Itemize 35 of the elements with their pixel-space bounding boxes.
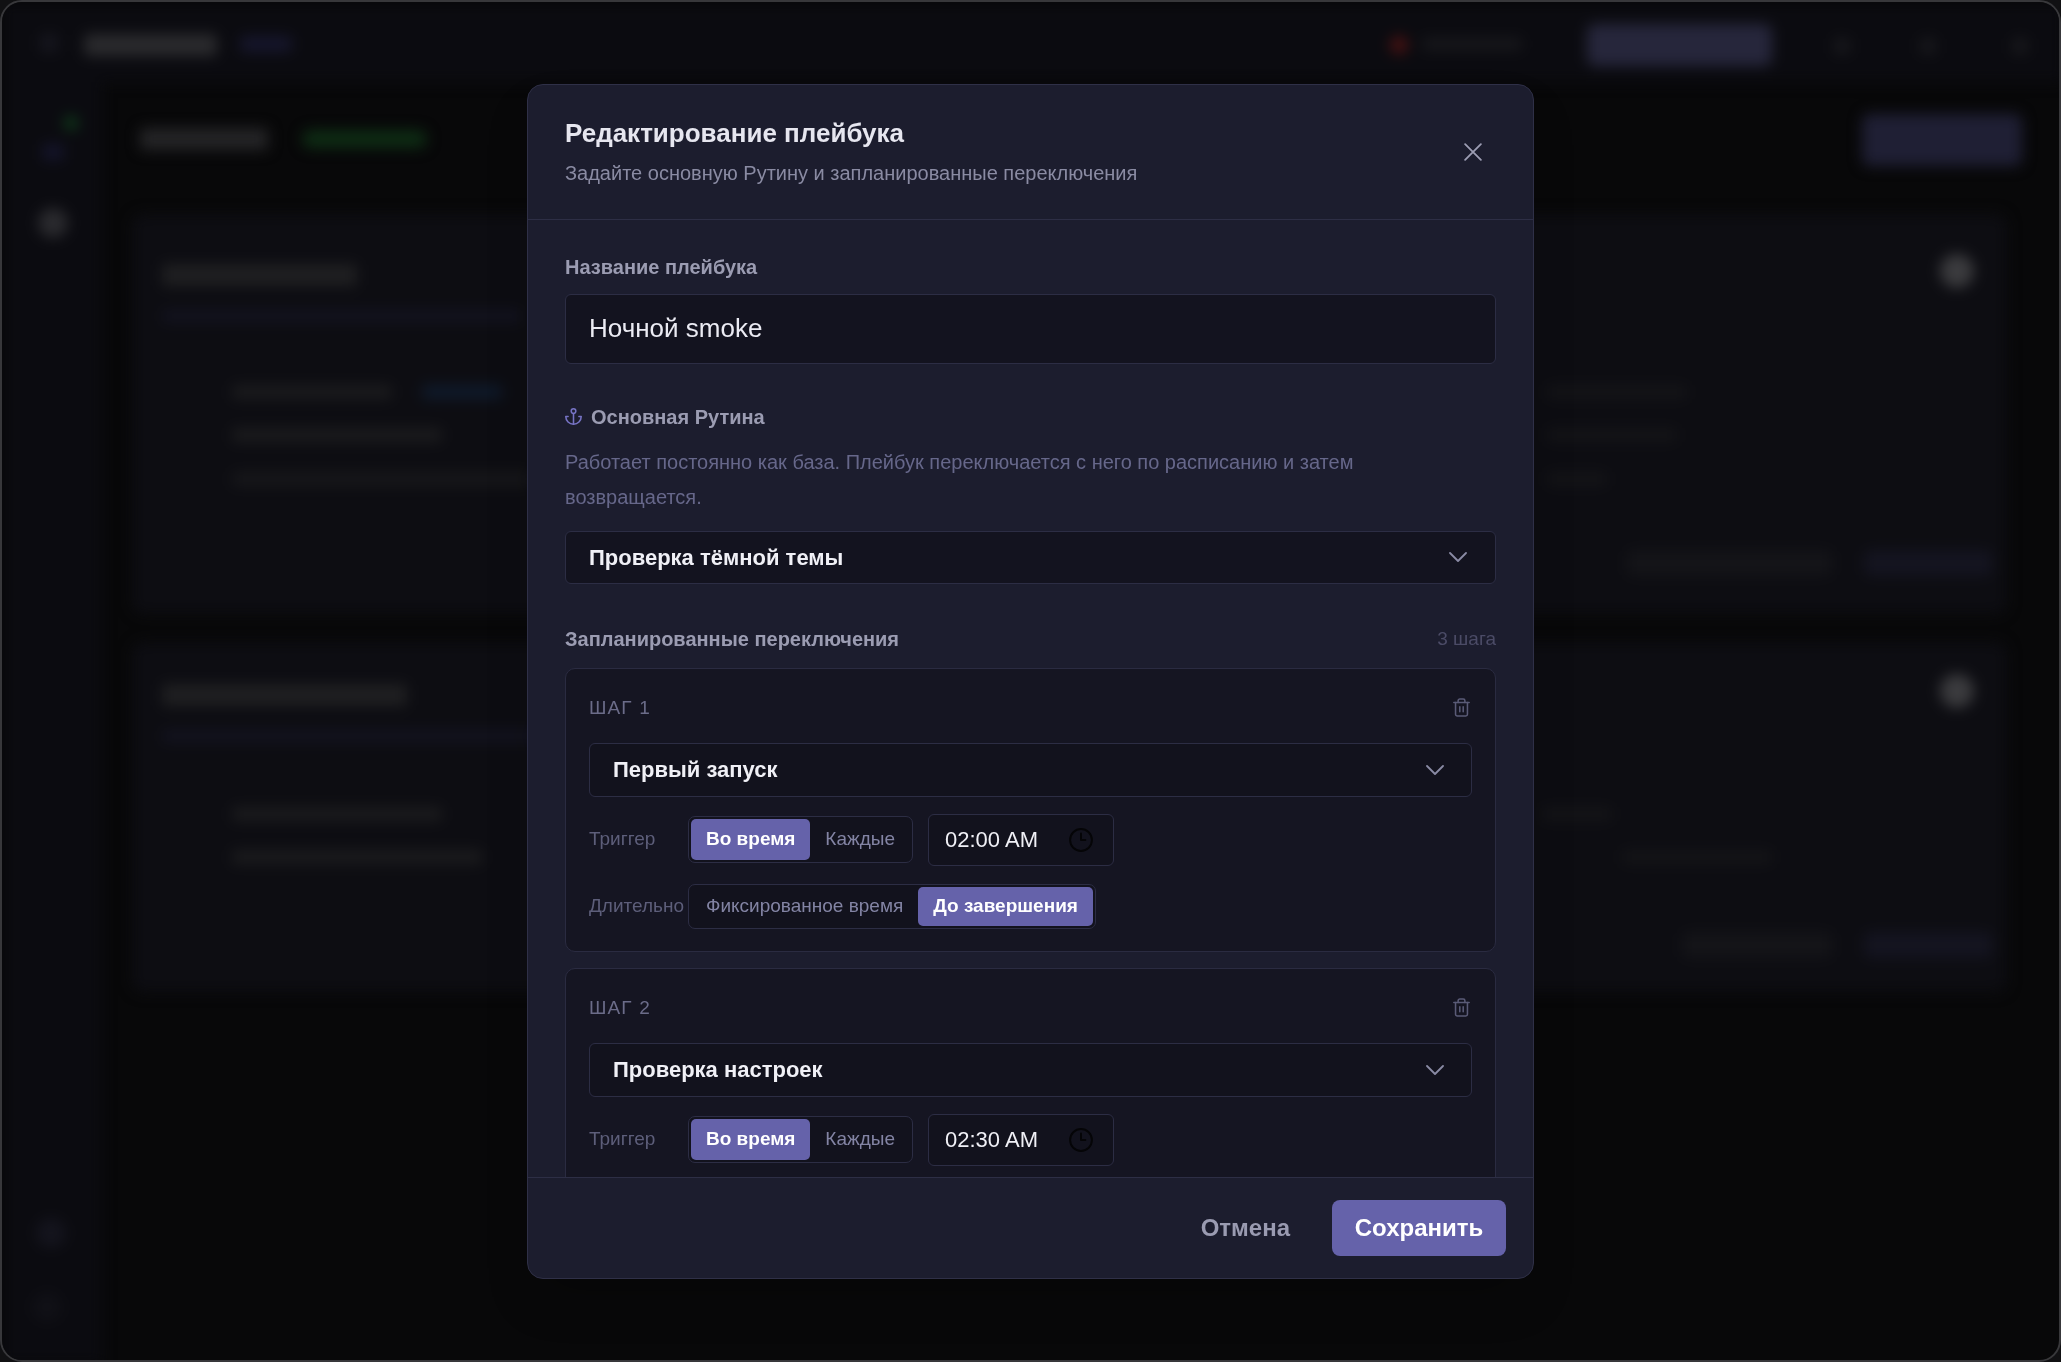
step-label: ШАГ 1 <box>589 695 651 720</box>
chevron-down-icon <box>1426 1064 1444 1075</box>
segment-option[interactable]: Фиксированное время <box>691 886 919 926</box>
field-label: Название плейбука <box>565 254 759 279</box>
name-input[interactable]: Ночной smoke <box>565 293 1496 364</box>
close-icon <box>1464 142 1482 161</box>
step-label: ШАГ 2 <box>589 995 651 1020</box>
chevron-down-icon <box>1426 764 1444 775</box>
row-label: Длительно <box>589 893 686 918</box>
routine-select[interactable]: Проверка настроек <box>589 1042 1472 1097</box>
step-count: 3 шага <box>1437 626 1496 651</box>
time-input[interactable]: 02:30 AM <box>928 1113 1114 1166</box>
cancel-button[interactable]: Отмена <box>1178 1199 1312 1256</box>
segment-option[interactable]: Каждые <box>810 1119 910 1160</box>
section-description: Работает постоянно как база. Плейбук переключается с него по расписанию и затем возвращается. <box>565 449 1355 510</box>
dialog-title: Редактирование плейбука <box>565 117 906 149</box>
section-label: Основная Рутина <box>591 404 765 429</box>
trash-icon <box>1452 698 1470 717</box>
save-button[interactable]: Сохранить <box>1332 1199 1506 1256</box>
trash-icon <box>1452 998 1470 1017</box>
routine-select[interactable]: Проверка тёмной темы <box>565 530 1496 584</box>
row-label: Триггер <box>589 827 657 852</box>
anchor-icon <box>565 408 582 425</box>
row-label: Триггер <box>589 1127 657 1152</box>
segment-option[interactable]: До завершения <box>918 886 1093 926</box>
time-input[interactable]: 02:00 AM <box>928 813 1114 866</box>
segment-option[interactable]: Во время <box>691 819 811 860</box>
delete-step-button[interactable] <box>1450 696 1472 719</box>
segment-option[interactable]: Во время <box>691 1119 811 1160</box>
routine-select[interactable]: Первый запуск <box>589 742 1472 797</box>
section-title: Запланированные переключения <box>565 626 900 651</box>
segment-option[interactable]: Каждые <box>810 819 910 860</box>
chevron-down-icon <box>1449 552 1467 562</box>
delete-step-button[interactable] <box>1450 996 1472 1019</box>
dialog-subtitle: Задайте основную Рутину и запланированные переключения <box>565 161 1138 186</box>
